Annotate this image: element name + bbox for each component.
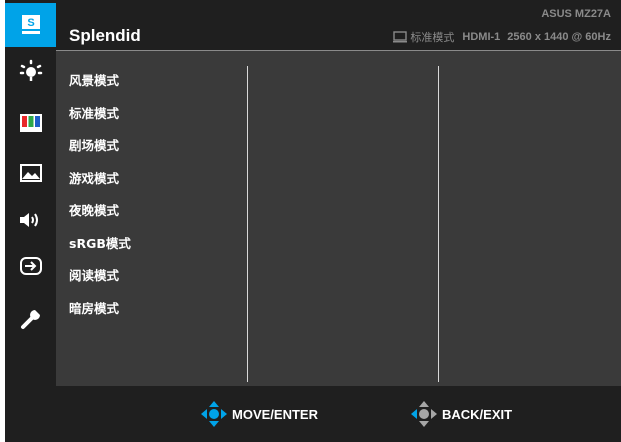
osd-window: S Splendid ASUS MZ27A 标准模式 HDMI-1 2560 x…: [5, 0, 621, 442]
list-item[interactable]: 游戏模式: [69, 170, 131, 203]
list-item[interactable]: 风景模式: [69, 72, 131, 105]
move-enter-label: MOVE/ENTER: [232, 406, 318, 422]
column-divider: [247, 66, 248, 382]
sidebar-item-color[interactable]: [5, 107, 56, 138]
splendid-mode-list: 风景模式 标准模式 剧场模式 游戏模式 夜晚模式 sRGB模式 阅读模式 暗房模…: [69, 72, 131, 332]
move-enter-hint: MOVE/ENTER: [200, 386, 318, 442]
sidebar-item-sound[interactable]: [5, 204, 56, 235]
list-item[interactable]: 夜晚模式: [69, 202, 131, 235]
list-item[interactable]: 暗房模式: [69, 300, 131, 333]
list-item[interactable]: 剧场模式: [69, 137, 131, 170]
sidebar-item-splendid[interactable]: S: [5, 3, 56, 47]
sidebar-item-input-select[interactable]: [5, 250, 56, 281]
back-exit-label: BACK/EXIT: [442, 406, 513, 422]
list-item[interactable]: sRGB模式: [69, 235, 131, 268]
page-title: Splendid: [69, 26, 141, 45]
osd-footer: MOVE/ENTER BACK/EXIT: [5, 386, 621, 442]
osd-sidebar: S: [5, 0, 56, 442]
sidebar-item-blue-light[interactable]: [5, 55, 56, 86]
system-setup-icon: [20, 309, 40, 329]
svg-text:S: S: [27, 17, 34, 29]
model-name: ASUS MZ27A: [541, 8, 611, 20]
monitor-icon: [393, 31, 408, 43]
list-item[interactable]: 标准模式: [69, 105, 131, 138]
image-icon: [19, 163, 42, 182]
back-exit-hint: BACK/EXIT: [410, 386, 512, 442]
joystick-back-icon: [411, 401, 437, 427]
joystick-move-icon: [201, 401, 227, 427]
osd-header: Splendid ASUS MZ27A 标准模式 HDMI-1 2560 x 1…: [56, 0, 621, 50]
header-divider: [56, 50, 621, 51]
input-select-icon: [19, 256, 42, 275]
column-divider: [438, 66, 439, 382]
sound-icon: [19, 212, 38, 227]
blue-light-filter-icon: [19, 59, 42, 81]
sidebar-item-image[interactable]: [5, 157, 56, 188]
list-item[interactable]: 阅读模式: [69, 267, 131, 300]
input-source: HDMI-1: [462, 31, 501, 43]
current-mode: 标准模式: [410, 32, 455, 44]
osd-panel: Splendid ASUS MZ27A 标准模式 HDMI-1 2560 x 1…: [56, 0, 621, 386]
status-bar: 标准模式 HDMI-1 2560 x 1440 @ 60Hz: [393, 29, 611, 45]
splendid-icon: S: [21, 15, 40, 34]
resolution: 2560 x 1440 @ 60Hz: [507, 31, 611, 43]
sidebar-item-system-setup[interactable]: [5, 303, 56, 334]
color-icon: [19, 113, 42, 132]
